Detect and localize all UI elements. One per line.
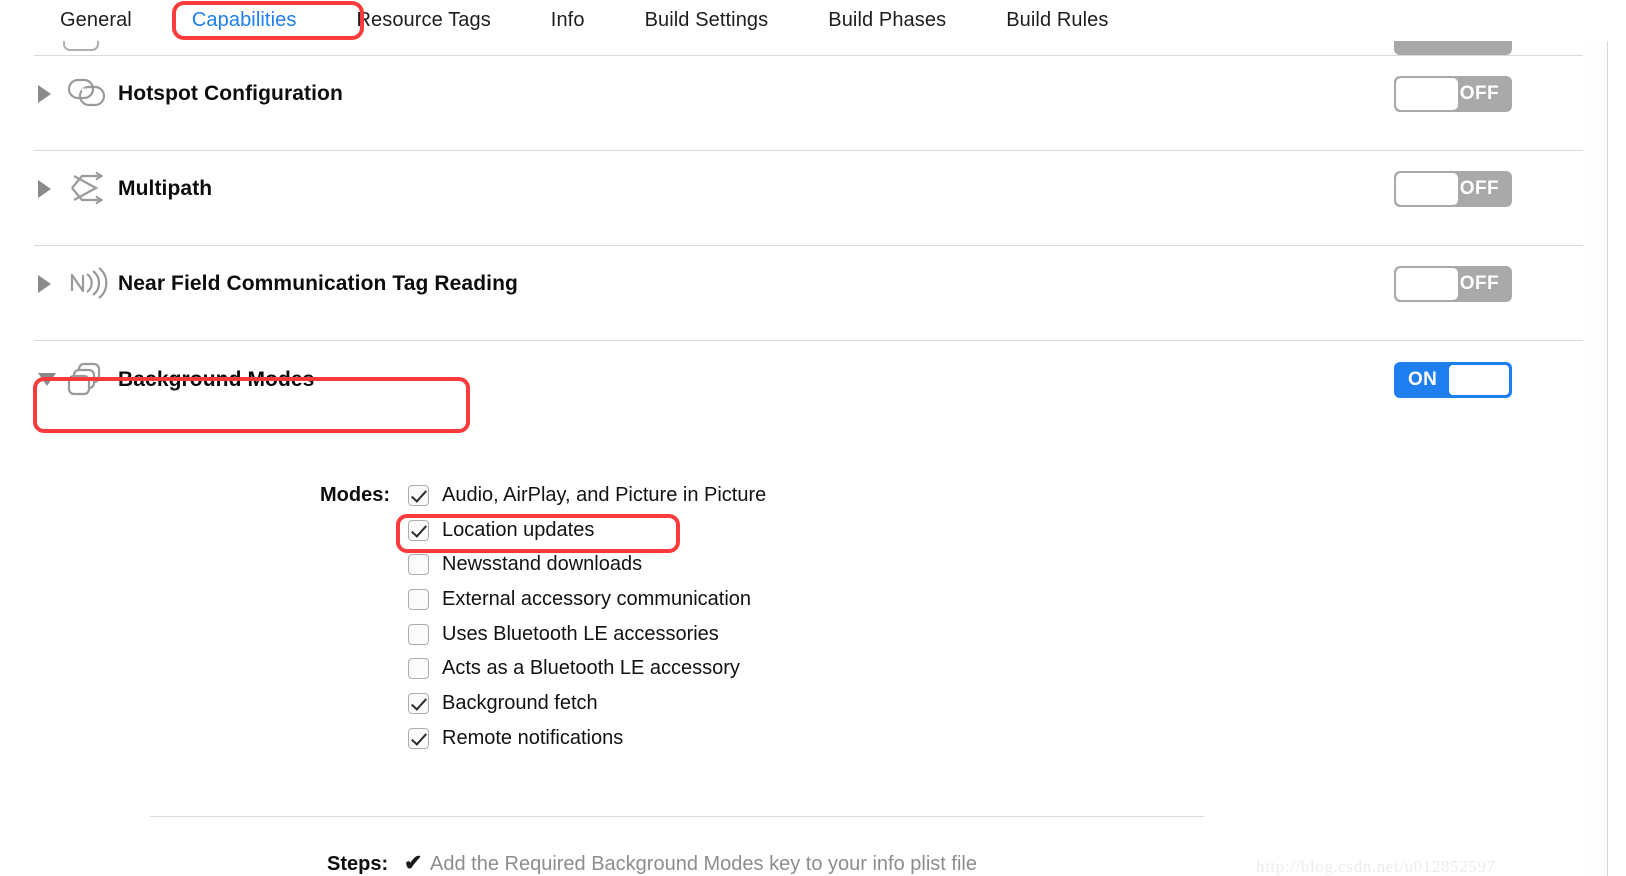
- tab-build-settings[interactable]: Build Settings: [615, 9, 799, 32]
- mode-label: Audio, AirPlay, and Picture in Picture: [442, 483, 767, 506]
- mode-label: Uses Bluetooth LE accessories: [442, 622, 719, 645]
- checkbox-icon[interactable]: [408, 554, 429, 576]
- nfc-tag-reading-icon: [66, 264, 108, 302]
- disclosure-triangle-icon[interactable]: [38, 85, 51, 103]
- row-divider: [34, 245, 1583, 246]
- toggle-knob: [1396, 78, 1458, 110]
- steps-description: Add the Required Background Modes key to…: [430, 853, 977, 875]
- tab-general[interactable]: General: [30, 9, 162, 32]
- clipped-capability-row-above: [0, 41, 1607, 55]
- disclosure-triangle-icon[interactable]: [38, 275, 51, 293]
- modes-field-label: Modes:: [320, 484, 390, 506]
- toggle-knob: [1396, 268, 1458, 300]
- mode-label: Newsstand downloads: [442, 553, 643, 576]
- capability-toggle-multipath[interactable]: OFF: [1394, 171, 1512, 207]
- mode-label: Location updates: [442, 518, 595, 541]
- toggle-state-label: OFF: [1459, 83, 1499, 104]
- tab-info[interactable]: Info: [521, 9, 615, 32]
- tab-capabilities[interactable]: Capabilities: [162, 9, 327, 32]
- tab-build-phases[interactable]: Build Phases: [798, 9, 976, 32]
- mode-item-acts-as-bluetooth-le-accessory[interactable]: Acts as a Bluetooth LE accessory: [408, 651, 766, 686]
- capability-row-background-modes[interactable]: Background Modes ON: [0, 352, 1607, 408]
- mode-item-audio-airplay-picture-in-picture[interactable]: Audio, AirPlay, and Picture in Picture: [408, 478, 766, 513]
- project-editor-tabbar: General Capabilities Resource Tags Info …: [0, 0, 1626, 41]
- mode-item-external-accessory-communication[interactable]: External accessory communication: [408, 582, 766, 617]
- capability-title: Background Modes: [118, 368, 315, 391]
- tab-build-rules[interactable]: Build Rules: [976, 9, 1138, 32]
- checkbox-icon[interactable]: [408, 692, 429, 714]
- steps-separator: [150, 816, 1204, 817]
- mode-item-background-fetch[interactable]: Background fetch: [408, 686, 766, 721]
- mode-label: Remote notifications: [442, 726, 624, 749]
- hotspot-configuration-icon: [66, 74, 108, 112]
- mode-item-newsstand-downloads[interactable]: Newsstand downloads: [408, 547, 766, 582]
- capability-toggle-nfc-tag-reading[interactable]: OFF: [1394, 266, 1512, 302]
- clipped-capability-icon: [63, 41, 99, 51]
- row-divider: [34, 55, 1583, 56]
- mode-item-location-updates[interactable]: Location updates: [408, 513, 766, 548]
- background-modes-icon: [66, 360, 108, 398]
- disclosure-triangle-icon[interactable]: [38, 180, 51, 198]
- capability-row-multipath[interactable]: Multipath OFF: [0, 161, 1607, 217]
- capability-toggle-hotspot-configuration[interactable]: OFF: [1394, 76, 1512, 112]
- checkbox-icon[interactable]: [408, 623, 429, 645]
- checkbox-icon[interactable]: [408, 658, 429, 680]
- row-divider: [34, 340, 1583, 341]
- row-divider: [34, 150, 1583, 151]
- capability-row-nfc-tag-reading[interactable]: Near Field Communication Tag Reading OFF: [0, 256, 1607, 312]
- steps-checkmark-icon: ✔: [404, 850, 423, 875]
- toggle-knob: [1396, 173, 1458, 205]
- checkbox-icon[interactable]: [408, 588, 429, 610]
- background-modes-checkbox-list: Audio, AirPlay, and Picture in Picture L…: [408, 478, 766, 756]
- capability-title: Hotspot Configuration: [118, 82, 343, 105]
- capability-toggle-background-modes[interactable]: ON: [1394, 362, 1512, 398]
- capabilities-panel: Hotspot Configuration OFF Multipath OFF: [0, 41, 1608, 876]
- toggle-state-label: ON: [1408, 369, 1438, 390]
- mode-item-uses-bluetooth-le-accessories[interactable]: Uses Bluetooth LE accessories: [408, 617, 766, 652]
- toggle-state-label: OFF: [1459, 178, 1499, 199]
- capability-title: Near Field Communication Tag Reading: [118, 272, 518, 295]
- checkbox-icon[interactable]: [408, 727, 429, 749]
- checkbox-icon[interactable]: [408, 519, 429, 541]
- mode-label: External accessory communication: [442, 587, 752, 610]
- mode-item-remote-notifications[interactable]: Remote notifications: [408, 721, 766, 756]
- multipath-icon: [66, 169, 108, 207]
- steps-field-label: Steps:: [327, 853, 389, 875]
- checkbox-icon[interactable]: [408, 484, 429, 506]
- capability-title: Multipath: [118, 177, 213, 200]
- capability-row-hotspot-configuration[interactable]: Hotspot Configuration OFF: [0, 66, 1607, 122]
- mode-label: Background fetch: [442, 691, 598, 714]
- watermark-url: http://blog.csdn.net/u012852597: [1256, 857, 1496, 876]
- toggle-state-label: OFF: [1459, 273, 1499, 294]
- clipped-capability-toggle[interactable]: [1394, 41, 1512, 55]
- tab-resource-tags[interactable]: Resource Tags: [326, 9, 520, 32]
- toggle-knob: [1448, 364, 1510, 396]
- mode-label: Acts as a Bluetooth LE accessory: [442, 657, 740, 680]
- disclosure-triangle-icon[interactable]: [38, 373, 56, 386]
